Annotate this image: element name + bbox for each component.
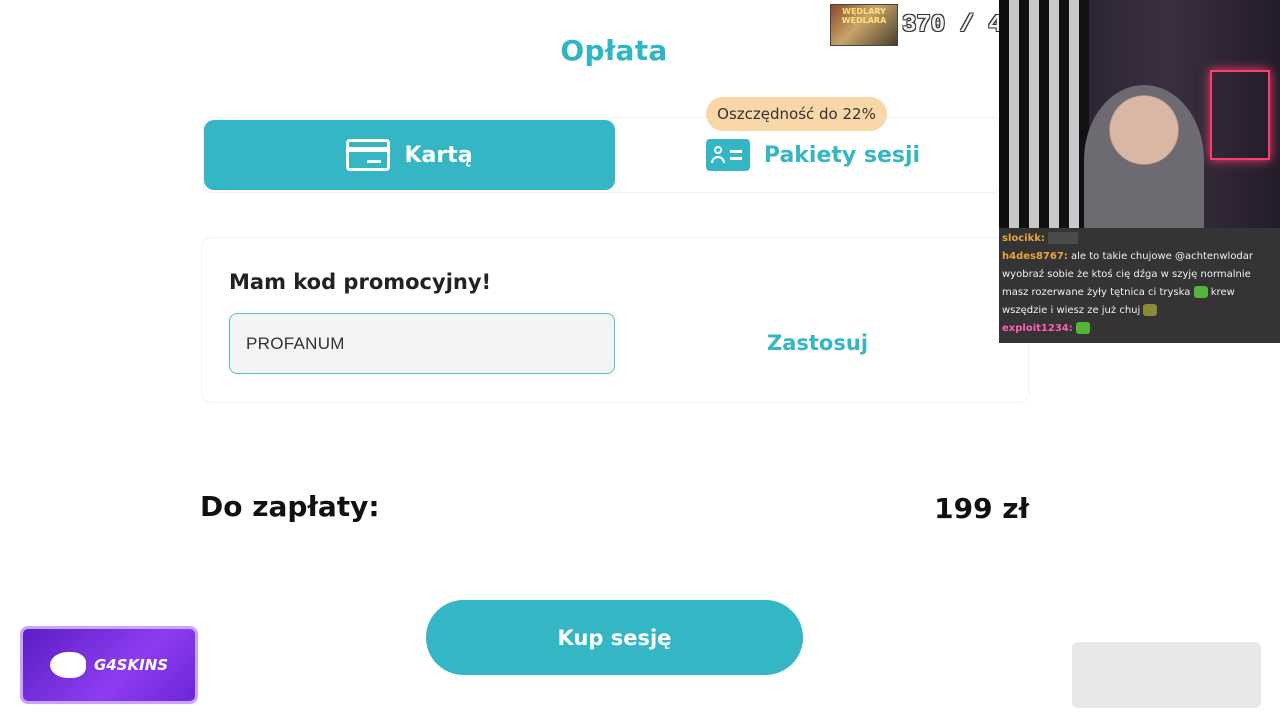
- total-amount: 199 zł: [934, 492, 1029, 525]
- streamer: [1084, 85, 1204, 228]
- emote-icon: [1075, 322, 1090, 334]
- neon-sign: [1210, 70, 1270, 160]
- lion-mascot-icon: [49, 652, 86, 678]
- emote-icon: [1048, 232, 1079, 244]
- emote-icon: [1193, 286, 1208, 298]
- goal-thumbnail: WĘDLARY WĘDLARA: [830, 4, 898, 46]
- sponsor-name: G4SKINS: [93, 656, 169, 674]
- apply-promo-button[interactable]: Zastosuj: [767, 331, 868, 355]
- sponsor-logo: G4SKINS: [20, 626, 198, 704]
- webcam-background: [999, 0, 1089, 228]
- savings-badge: Oszczędność do 22%: [706, 97, 887, 131]
- webcam-overlay: [999, 0, 1280, 228]
- tab-card-payment[interactable]: Kartą: [204, 120, 615, 190]
- chat-message: exploit1234:: [1002, 320, 1277, 338]
- total-label: Do zapłaty:: [200, 490, 380, 523]
- contact-card-icon: [705, 139, 750, 171]
- buy-session-button[interactable]: Kup sesję: [426, 600, 803, 675]
- chat-username: exploit1234:: [1002, 323, 1073, 334]
- chat-username: slocikk:: [1002, 233, 1045, 244]
- promo-code-input[interactable]: [229, 313, 615, 374]
- promo-code-label: Mam kod promocyjny!: [229, 270, 492, 294]
- chat-message: slocikk:: [1002, 230, 1277, 248]
- chat-overlay: slocikk: h4des8767: ale to takie chujowe…: [999, 228, 1280, 343]
- promo-code-section: Mam kod promocyjny! Zastosuj: [201, 237, 1029, 403]
- chat-message: h4des8767: ale to takie chujowe @achtenw…: [1002, 248, 1277, 320]
- tab-card-label: Kartą: [404, 142, 473, 168]
- credit-card-icon: [346, 139, 391, 171]
- chat-username: h4des8767:: [1002, 251, 1068, 262]
- faded-overlay-widget: [1072, 642, 1261, 708]
- emote-icon: [1143, 304, 1158, 316]
- goal-thumb-text: WĘDLARY WĘDLARA: [841, 7, 887, 25]
- payment-method-tabs: Kartą Pakiety sesji: [203, 117, 1003, 193]
- tab-packages-label: Pakiety sesji: [763, 142, 921, 168]
